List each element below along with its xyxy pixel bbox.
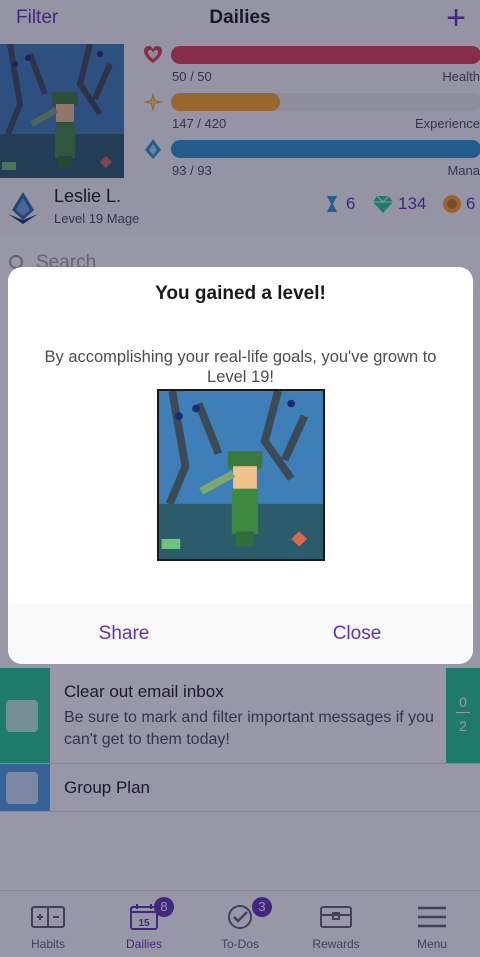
level-up-avatar [157,389,325,561]
level-up-dialog: You gained a level! By accomplishing you… [8,267,473,664]
dialog-message: By accomplishing your real-life goals, y… [44,348,437,386]
close-button[interactable]: Close [257,604,457,664]
dialog-title: You gained a level! [155,283,326,304]
share-button[interactable]: Share [24,604,224,664]
dialog-footer: Share Close [8,604,473,664]
